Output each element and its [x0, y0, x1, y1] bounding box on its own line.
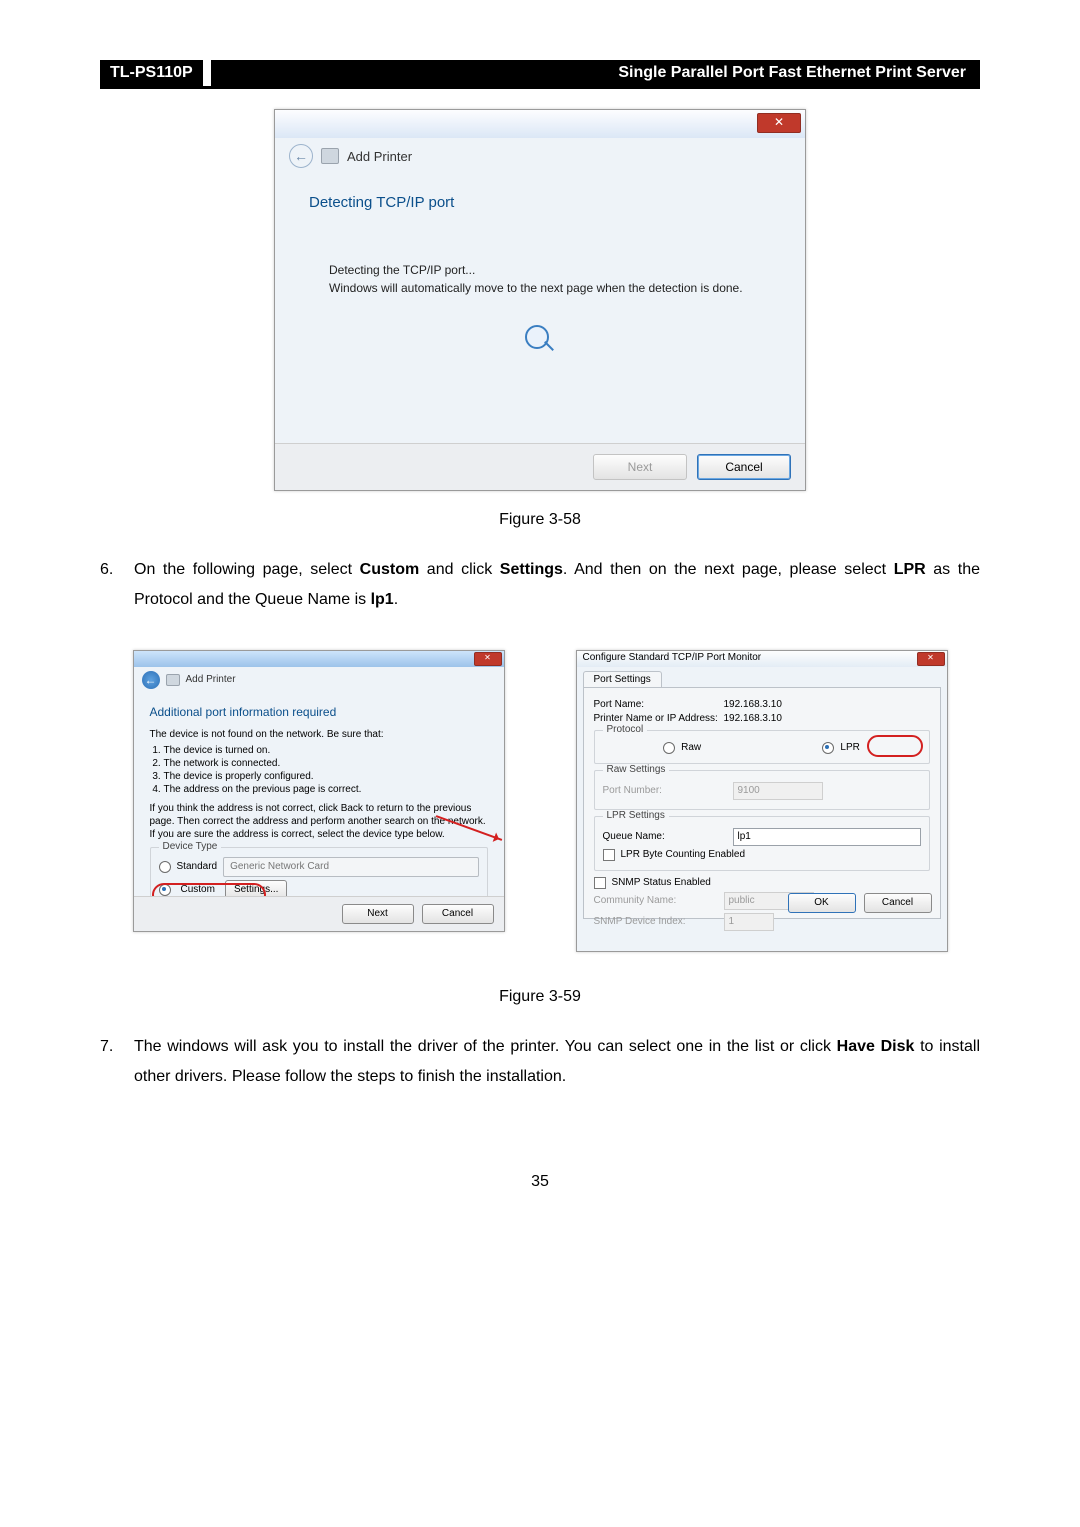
dialog-port-info: ✕ ← Add Printer Additional port informat… [133, 650, 505, 932]
help-text: If you think the address is not correct,… [150, 802, 488, 841]
ip-label: Printer Name or IP Address: [594, 713, 724, 724]
printer-icon [166, 674, 180, 686]
cancel-button[interactable]: Cancel [697, 454, 791, 480]
snmp-label: SNMP Status Enabled [612, 877, 711, 888]
portnum-input: 9100 [733, 782, 823, 800]
ok-button[interactable]: OK [788, 893, 856, 913]
group-label: Device Type [159, 841, 222, 852]
step-text: The windows will ask you to install the … [134, 1032, 980, 1093]
dialog-heading: Additional port information required [150, 705, 488, 719]
wizard-title: Add Printer [186, 674, 236, 685]
close-icon[interactable]: ✕ [917, 652, 945, 666]
figure-caption-59: Figure 3-59 [100, 988, 980, 1006]
status-line-2: Windows will automatically move to the n… [329, 279, 771, 297]
product-title: Single Parallel Port Fast Ethernet Print… [211, 60, 980, 86]
radio-label: LPR [840, 742, 859, 753]
lpr-byte-label: LPR Byte Counting Enabled [621, 849, 746, 860]
dialog-detecting-port: ✕ ← Add Printer Detecting TCP/IP port De… [274, 109, 806, 491]
back-icon[interactable]: ← [142, 671, 160, 689]
step-text: On the following page, select Custom and… [134, 555, 980, 616]
close-icon[interactable]: ✕ [474, 652, 502, 666]
cancel-button[interactable]: Cancel [864, 893, 932, 913]
list-item: The network is connected. [164, 757, 488, 770]
list-item: The address on the previous page is corr… [164, 783, 488, 796]
step-6: 6. On the following page, select Custom … [100, 555, 980, 616]
dialog-footer: OK Cancel [584, 888, 940, 918]
dialog-footer: Next Cancel [134, 896, 504, 931]
lpr-byte-checkbox[interactable] [603, 849, 615, 861]
lpr-settings-group: LPR Settings Queue Name:lp1 LPR Byte Cou… [594, 816, 930, 871]
standard-dropdown[interactable]: Generic Network Card [223, 857, 478, 877]
search-icon [525, 325, 555, 355]
intro-text: The device is not found on the network. … [150, 729, 488, 740]
queue-label: Queue Name: [603, 831, 733, 842]
protocol-group: Protocol Raw LPR [594, 730, 930, 764]
step-number: 6. [100, 555, 134, 616]
raw-settings-group: Raw Settings Port Number:9100 [594, 770, 930, 810]
wizard-breadcrumb: ← Add Printer [275, 138, 805, 174]
printer-icon [321, 148, 339, 164]
model-badge: TL-PS110P [100, 60, 203, 86]
checklist: The device is turned on. The network is … [164, 744, 488, 796]
portname-label: Port Name: [594, 699, 724, 710]
tab-body: Port Name:192.168.3.10 Printer Name or I… [583, 687, 941, 919]
ip-value: 192.168.3.10 [724, 713, 782, 724]
radio-lpr[interactable] [822, 742, 834, 754]
titlebar: ✕ [275, 110, 805, 138]
group-label: LPR Settings [603, 810, 669, 821]
back-icon[interactable]: ← [289, 144, 313, 168]
step-7: 7. The windows will ask you to install t… [100, 1032, 980, 1093]
dialog-footer: Next Cancel [275, 443, 805, 490]
list-item: The device is properly configured. [164, 770, 488, 783]
group-label: Protocol [603, 724, 648, 735]
next-button[interactable]: Next [593, 454, 687, 480]
group-label: Raw Settings [603, 764, 670, 775]
list-item: The device is turned on. [164, 744, 488, 757]
dialog-port-monitor: Configure Standard TCP/IP Port Monitor ✕… [576, 650, 948, 952]
close-icon[interactable]: ✕ [757, 113, 801, 133]
page-header: TL-PS110P Single Parallel Port Fast Ethe… [100, 60, 980, 89]
titlebar: ✕ [134, 651, 504, 667]
radio-label: Raw [681, 742, 701, 753]
next-button[interactable]: Next [342, 904, 414, 924]
radio-standard[interactable] [159, 861, 171, 873]
radio-label: Standard [177, 861, 218, 872]
queue-input[interactable]: lp1 [733, 828, 921, 846]
radio-raw[interactable] [663, 742, 675, 754]
titlebar: Configure Standard TCP/IP Port Monitor ✕ [577, 651, 947, 667]
dialog-heading: Detecting TCP/IP port [309, 194, 771, 211]
figure-caption-58: Figure 3-58 [100, 511, 980, 529]
cancel-button[interactable]: Cancel [422, 904, 494, 924]
wizard-title: Add Printer [347, 149, 412, 164]
window-title: Configure Standard TCP/IP Port Monitor [583, 652, 762, 663]
callout-lpr [867, 735, 923, 757]
portname-value: 192.168.3.10 [724, 699, 782, 710]
wizard-breadcrumb: ← Add Printer [134, 667, 504, 693]
status-line-1: Detecting the TCP/IP port... [329, 261, 771, 279]
page-number: 35 [100, 1173, 980, 1191]
tab-port-settings[interactable]: Port Settings [583, 671, 662, 687]
snmp-index-label: SNMP Device Index: [594, 916, 724, 927]
step-number: 7. [100, 1032, 134, 1093]
portnum-label: Port Number: [603, 785, 733, 796]
